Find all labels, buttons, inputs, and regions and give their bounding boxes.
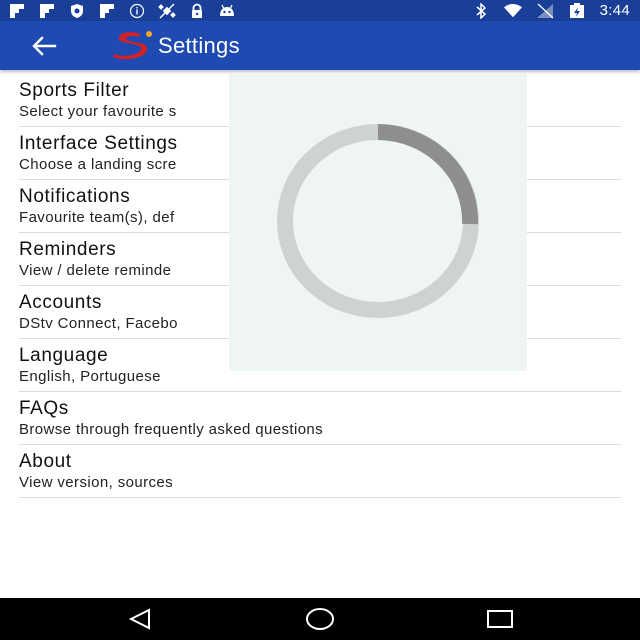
settings-item-title: Accounts <box>19 292 102 313</box>
settings-item-subtitle: View / delete reminde <box>19 262 172 279</box>
app-bar: Settings <box>0 21 640 70</box>
nav-home-button[interactable] <box>290 598 350 640</box>
settings-item-title: Sports Filter <box>19 80 130 101</box>
back-button[interactable] <box>24 26 64 66</box>
page-title: Settings <box>158 32 240 58</box>
android-icon <box>218 3 236 19</box>
settings-item-title: Notifications <box>19 186 131 207</box>
satellite-off-icon <box>158 3 176 19</box>
settings-item-title: Language <box>19 345 109 366</box>
signal-icon <box>536 3 554 19</box>
lock-icon <box>188 3 206 19</box>
settings-item-subtitle: Favourite team(s), def <box>19 209 175 226</box>
wifi-icon <box>503 3 522 19</box>
settings-item-about[interactable]: About View version, sources <box>19 445 621 498</box>
nav-home-icon <box>306 608 334 630</box>
flipboard-icon <box>8 3 26 19</box>
settings-item-subtitle: DStv Connect, Facebo <box>19 315 178 332</box>
settings-item-subtitle: Select your favourite s <box>19 103 177 120</box>
arrow-back-icon <box>32 35 57 56</box>
bluetooth-icon <box>472 2 490 19</box>
flipboard-icon <box>38 3 56 19</box>
nav-back-icon <box>128 608 150 630</box>
settings-item-subtitle: Choose a landing scre <box>19 156 177 173</box>
settings-item-title: FAQs <box>19 398 69 419</box>
system-nav-bar <box>0 598 640 640</box>
status-time: 3:44 <box>599 2 630 19</box>
settings-item-faqs[interactable]: FAQs Browse through frequently asked que… <box>19 392 621 445</box>
loading-spinner-icon <box>277 123 479 318</box>
supersport-logo <box>110 28 156 64</box>
settings-item-subtitle: Browse through frequently asked question… <box>19 421 324 438</box>
settings-item-title: Reminders <box>19 239 117 260</box>
battery-charging-icon <box>568 2 586 19</box>
nav-back-button[interactable] <box>110 598 170 640</box>
info-icon <box>128 3 146 19</box>
settings-item-title: Interface Settings <box>19 133 178 154</box>
settings-item-subtitle: English, Portuguese <box>19 368 161 385</box>
status-icons-right: 3:44 <box>472 2 640 19</box>
status-icons-left <box>0 3 236 19</box>
settings-item-subtitle: View version, sources <box>19 474 174 491</box>
loading-overlay <box>229 74 527 371</box>
settings-item-title: About <box>19 451 72 472</box>
nav-recents-icon <box>487 610 513 628</box>
flipboard-icon <box>98 3 116 19</box>
shield-icon <box>68 3 86 19</box>
settings-screen: 3:44 Settings Sports Filter Select your … <box>0 0 640 640</box>
nav-recents-button[interactable] <box>470 598 530 640</box>
status-bar: 3:44 <box>0 0 640 21</box>
